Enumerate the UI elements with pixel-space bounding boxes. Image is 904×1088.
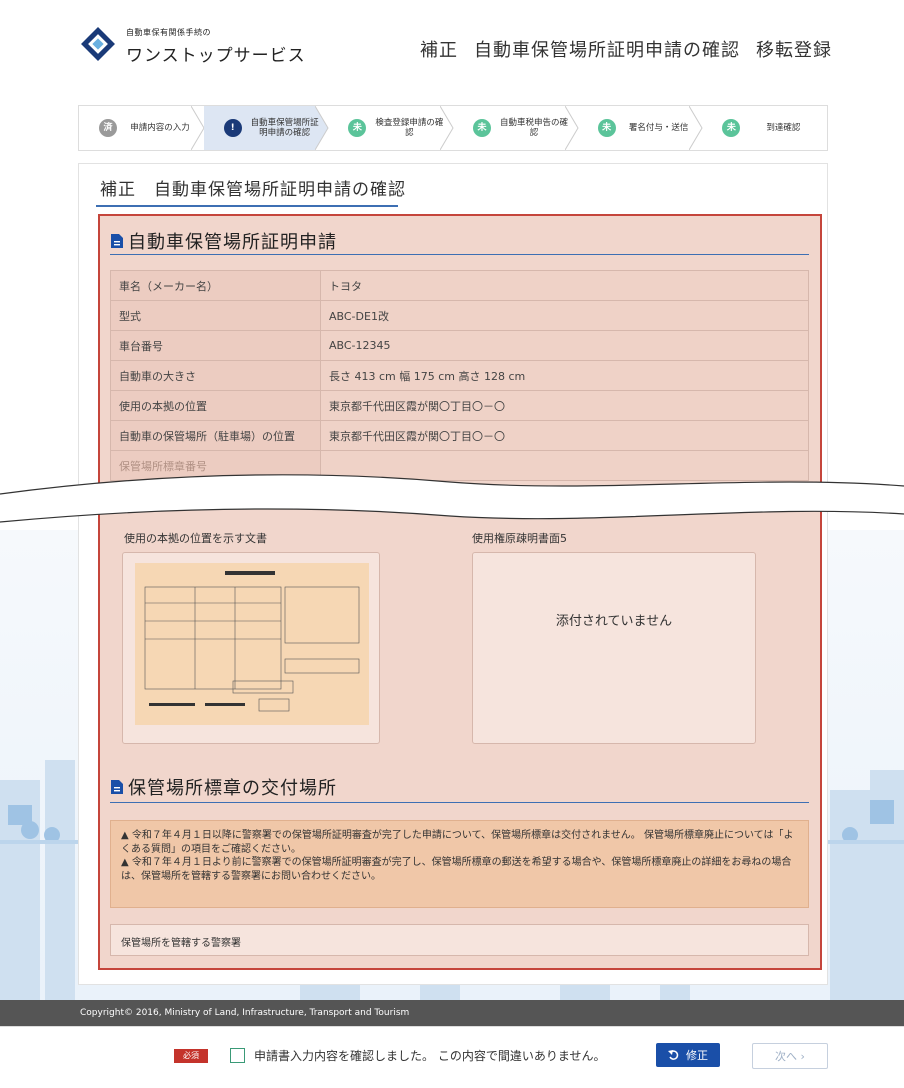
step-chevron-icon: [564, 106, 579, 150]
row-value: 東京都千代田区霞が関〇丁目〇－〇: [320, 420, 809, 451]
row-value: ABC-12345: [320, 330, 809, 361]
row-value: ABC-DE1改: [320, 300, 809, 331]
page-title-main: 自動車保管場所証明申請の確認: [474, 40, 740, 61]
page-break-tear: [0, 474, 904, 523]
step-chevron-icon: [315, 106, 330, 150]
section-title-sticker: 保管場所標章の交付場所: [110, 774, 337, 800]
step-label: 署名付与・送信: [628, 123, 689, 133]
step-todo-icon: 未: [473, 119, 492, 137]
table-row: 使用の本拠の位置 東京都千代田区霞が関〇丁目〇－〇: [110, 390, 809, 421]
document-icon: [111, 780, 123, 794]
step-chevron-icon: [440, 106, 454, 150]
edit-button-label: 修正: [686, 1049, 708, 1062]
step-label: 到達確認: [766, 123, 801, 133]
step-todo-icon: 未: [348, 119, 367, 137]
section-title-text: 自動車保管場所証明申請: [128, 232, 337, 253]
notice-line: ▲ 令和７年４月１日以降に警察署での保管場所証明審査が完了した申請について、保管…: [121, 830, 794, 855]
police-station-label: 保管場所を管轄する警察署: [110, 924, 809, 956]
row-value: 東京都千代田区霞が関〇丁目〇－〇: [320, 390, 809, 421]
undo-icon: [668, 1050, 679, 1060]
step-todo-icon: 未: [722, 119, 741, 137]
confirm-checkbox[interactable]: [230, 1048, 245, 1063]
row-key: 車名（メーカー名）: [110, 270, 321, 301]
attachment-empty-message: 添付されていません: [555, 614, 673, 629]
table-row: 型式 ABC-DE1改: [110, 300, 809, 331]
page-header: 自動車保有関係手続の ワンストップサービス 補正 自動車保管場所証明申請の確認 移転…: [0, 0, 904, 92]
attachment-empty-card: [472, 552, 756, 744]
progress-steps: 済 申請内容の入力 ! 自動車保管場所証明申請の確認 未 検査登録申請の確認 未…: [78, 105, 828, 151]
card-title-underline: [96, 205, 398, 207]
row-key: 自動車の大きさ: [110, 360, 321, 391]
step-parking-confirm: ! 自動車保管場所証明申請の確認: [203, 106, 330, 150]
section-title-parking: 自動車保管場所証明申請: [110, 228, 337, 254]
step-chevron-icon: [190, 106, 205, 150]
confirm-checkbox-label[interactable]: 申請書入力内容を確認しました。 この内容で間違いありません。: [254, 1047, 605, 1064]
section-rule: [110, 254, 809, 255]
step-registration-confirm: 未 検査登録申請の確認: [328, 106, 454, 150]
step-label: 申請内容の入力: [130, 123, 190, 133]
step-label: 検査登録申請の確認: [375, 118, 444, 138]
document-icon: [111, 234, 123, 248]
table-row: 自動車の保管場所（駐車場）の位置 東京都千代田区霞が関〇丁目〇－〇: [110, 420, 809, 451]
step-arrival: 未 到達確認: [702, 106, 827, 150]
row-key: 使用の本拠の位置: [110, 390, 321, 421]
step-label: 自動車税申告の確認: [500, 118, 569, 138]
table-row: 自動車の大きさ 長さ 413 cm 幅 175 cm 高さ 128 cm: [110, 360, 809, 391]
section-rule: [110, 802, 809, 803]
row-value: 長さ 413 cm 幅 175 cm 高さ 128 cm: [320, 360, 809, 391]
attachment-thumbnail-card[interactable]: [122, 552, 380, 744]
notice-box: ▲ 令和７年４月１日以降に警察署での保管場所証明審査が完了した申請について、保管…: [110, 820, 809, 908]
table-row: 車名（メーカー名） トヨタ: [110, 270, 809, 301]
step-current-icon: !: [223, 119, 242, 137]
copyright: Copyright© 2016, Ministry of Land, Infra…: [0, 1000, 904, 1026]
step-done-icon: 済: [99, 119, 117, 137]
vehicle-info-table: 車名（メーカー名） トヨタ 型式 ABC-DE1改 車台番号 ABC-12345 自動…: [110, 270, 809, 481]
step-todo-icon: 未: [597, 119, 616, 137]
card-title: 補正 自動車保管場所証明申請の確認: [100, 180, 406, 200]
edit-button[interactable]: 修正: [656, 1043, 720, 1067]
step-sign-send: 未 署名付与・送信: [578, 106, 703, 150]
next-button[interactable]: 次へ ›: [752, 1043, 828, 1069]
step-tax-confirm: 未 自動車税申告の確認: [453, 106, 579, 150]
row-key: 車台番号: [110, 330, 321, 361]
page-title-mode: 補正: [420, 40, 458, 61]
row-key: 型式: [110, 300, 321, 331]
logo-title: ワンストップサービス: [126, 46, 306, 66]
required-badge: 必須: [174, 1049, 208, 1063]
row-key: 自動車の保管場所（駐車場）の位置: [110, 420, 321, 451]
step-label: 自動車保管場所証明申請の確認: [250, 118, 319, 138]
section-title-text: 保管場所標章の交付場所: [128, 778, 337, 799]
page-title-type: 移転登録: [756, 40, 832, 61]
notice-line: ▲ 令和７年４月１日より前に警察署での保管場所証明審査が完了し、保管場所標章の郵…: [121, 857, 792, 882]
onestop-logo-icon: [81, 27, 115, 61]
attachment-label-right: 使用権原疎明書面5: [472, 532, 567, 545]
page-title: 補正 自動車保管場所証明申請の確認 移転登録: [420, 36, 832, 62]
step-chevron-icon: [689, 106, 703, 150]
document-thumbnail-icon: [135, 563, 369, 725]
row-value: トヨタ: [320, 270, 809, 301]
table-row: 車台番号 ABC-12345: [110, 330, 809, 361]
step-input: 済 申請内容の入力: [79, 106, 205, 150]
attachment-label-residence: 使用の本拠の位置を示す文書: [124, 532, 267, 545]
logo-subtitle: 自動車保有関係手続の: [126, 28, 211, 37]
